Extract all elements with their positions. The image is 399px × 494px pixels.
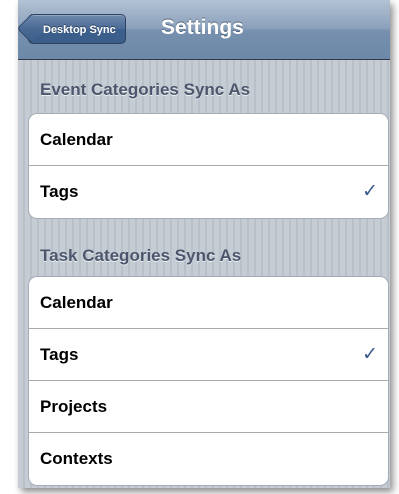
checkmark-icon: ✓ <box>362 344 378 365</box>
section-header-event-categories: Event Categories Sync As <box>40 80 251 99</box>
option-label: Projects <box>40 397 108 416</box>
event-option-calendar[interactable]: Calendar <box>29 114 388 166</box>
back-button-label: Desktop Sync <box>43 24 116 36</box>
option-label: Calendar <box>40 293 113 312</box>
task-option-tags[interactable]: Tags ✓ <box>29 329 388 381</box>
task-categories-group: Calendar Tags ✓ Projects Contexts <box>28 276 389 486</box>
settings-screen: Desktop Sync Settings Event Categories S… <box>18 0 390 488</box>
task-option-calendar[interactable]: Calendar <box>29 277 388 329</box>
option-label: Calendar <box>40 130 113 149</box>
event-option-tags[interactable]: Tags ✓ <box>29 166 388 218</box>
back-button-desktop-sync[interactable]: Desktop Sync <box>18 13 126 44</box>
task-option-contexts[interactable]: Contexts <box>29 433 388 485</box>
option-label: Tags <box>40 182 79 201</box>
navigation-bar: Desktop Sync Settings <box>18 0 390 60</box>
page-title: Settings <box>161 16 244 39</box>
option-label: Contexts <box>40 449 113 468</box>
event-categories-group: Calendar Tags ✓ <box>28 113 389 219</box>
option-label: Tags <box>40 345 79 364</box>
task-option-projects[interactable]: Projects <box>29 381 388 433</box>
section-header-task-categories: Task Categories Sync As <box>40 246 242 265</box>
checkmark-icon: ✓ <box>362 181 378 202</box>
